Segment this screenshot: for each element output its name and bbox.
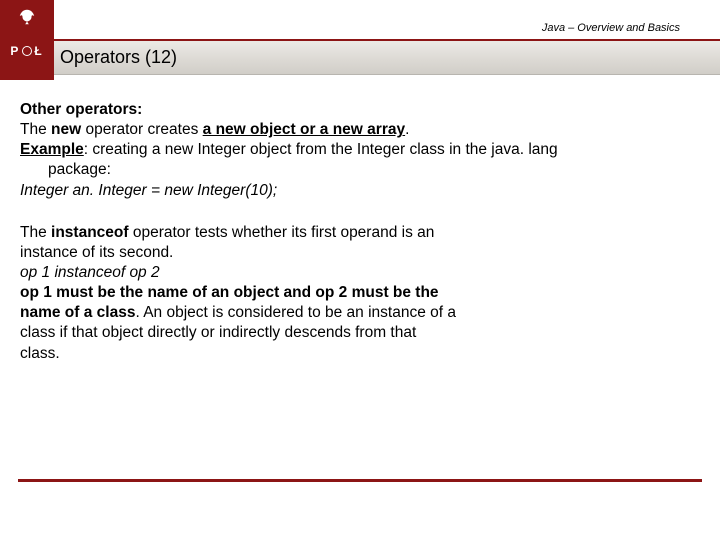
slide-body: Other operators: The new operator create… <box>20 100 720 364</box>
logo-letter-l: Ł <box>34 44 43 58</box>
subheading: Other operators: <box>20 100 720 120</box>
keyword-new: new <box>51 121 81 138</box>
text-line: The new operator creates a new object or… <box>20 120 720 140</box>
eagle-icon <box>16 8 38 26</box>
text-line: The instanceof operator tests whether it… <box>20 223 720 243</box>
text: operator creates <box>81 121 202 138</box>
rule-text: name of a class <box>20 304 135 321</box>
header-region: Java – Overview and Basics <box>0 0 720 40</box>
text: : creating a new Integer object from the… <box>84 141 558 158</box>
logo-letter-p: P <box>10 44 20 58</box>
wreath-icon <box>22 46 32 56</box>
institution-logo: P Ł <box>0 0 54 80</box>
keyword-instanceof: instanceof <box>51 224 129 241</box>
text: . An object is considered to be an insta… <box>135 304 456 321</box>
slide-title: Operators (12) <box>60 47 177 68</box>
text-line: instance of its second. <box>20 243 720 263</box>
text: . <box>405 121 409 138</box>
text-line: Example: creating a new Integer object f… <box>20 140 720 160</box>
code-line: op 1 instanceof op 2 <box>20 263 720 283</box>
course-label: Java – Overview and Basics <box>542 22 680 34</box>
example-label: Example <box>20 141 84 158</box>
paragraph-instanceof: The instanceof operator tests whether it… <box>20 223 720 364</box>
paragraph-new-operator: The new operator creates a new object or… <box>20 120 720 201</box>
text-line: class if that object directly or indirec… <box>20 323 720 343</box>
rule-text: op 1 must be the name of an object and o… <box>20 284 439 301</box>
logo-letters: P Ł <box>10 44 43 58</box>
text: operator tests whether its first operand… <box>129 224 435 241</box>
emphasis: a new object or a new array <box>203 121 405 138</box>
text: The <box>20 224 51 241</box>
code-line: Integer an. Integer = new Integer(10); <box>20 181 720 201</box>
footer-divider <box>18 479 702 482</box>
text-line: op 1 must be the name of an object and o… <box>20 283 720 303</box>
text-line: name of a class. An object is considered… <box>20 303 720 323</box>
text-line: package: <box>20 160 720 180</box>
text-line: class. <box>20 344 720 364</box>
title-bar: Operators (12) <box>0 41 720 75</box>
text: The <box>20 121 51 138</box>
